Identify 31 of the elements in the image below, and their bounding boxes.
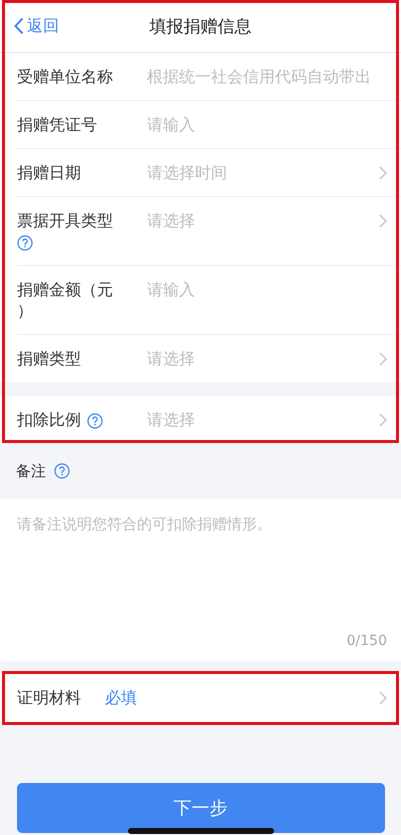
remark-label: 备注 xyxy=(16,462,46,480)
select-field[interactable]: 请选择 xyxy=(147,210,379,231)
field-label: 捐赠类型 xyxy=(17,349,81,368)
help-icon[interactable] xyxy=(87,412,103,429)
select-field[interactable]: 请选择 xyxy=(147,409,379,430)
input-field[interactable]: 请输入 xyxy=(147,114,387,135)
chevron-right-icon xyxy=(379,691,387,705)
page-title: 填报捐赠信息 xyxy=(150,16,252,38)
chevron-right-icon xyxy=(379,214,387,228)
field-label: 票据开具类型 xyxy=(17,211,113,230)
field-label: 证明材料 xyxy=(17,688,82,708)
chevron-right-icon xyxy=(379,352,387,366)
required-label: 必填 xyxy=(105,688,138,708)
chevron-right-icon xyxy=(379,412,387,426)
field-label: 受赠单位名称 xyxy=(17,67,113,86)
next-step-button[interactable]: 下一步 xyxy=(16,783,384,833)
input-field[interactable]: 请输入 xyxy=(147,279,387,300)
field-label: 捐赠凭证号 xyxy=(17,115,97,134)
select-field[interactable]: 请选择 xyxy=(147,348,379,369)
chevron-right-icon xyxy=(379,166,387,180)
help-icon[interactable] xyxy=(17,234,33,251)
back-chevron-icon xyxy=(14,17,24,35)
remark-textarea[interactable]: 请备注说明您符合的可扣除捐赠情形。 0/150 xyxy=(0,499,401,661)
back-button[interactable]: 返回 xyxy=(14,0,59,52)
help-icon[interactable] xyxy=(54,463,70,479)
field-label: 扣除比例 xyxy=(17,410,81,429)
character-counter: 0/150 xyxy=(346,633,387,649)
input-field[interactable]: 根据统一社会信用代码自动带出 xyxy=(147,66,387,87)
field-label: 捐赠金额（元） xyxy=(17,280,113,320)
select-field[interactable]: 请选择时间 xyxy=(147,162,379,183)
field-label: 捐赠日期 xyxy=(17,163,81,182)
